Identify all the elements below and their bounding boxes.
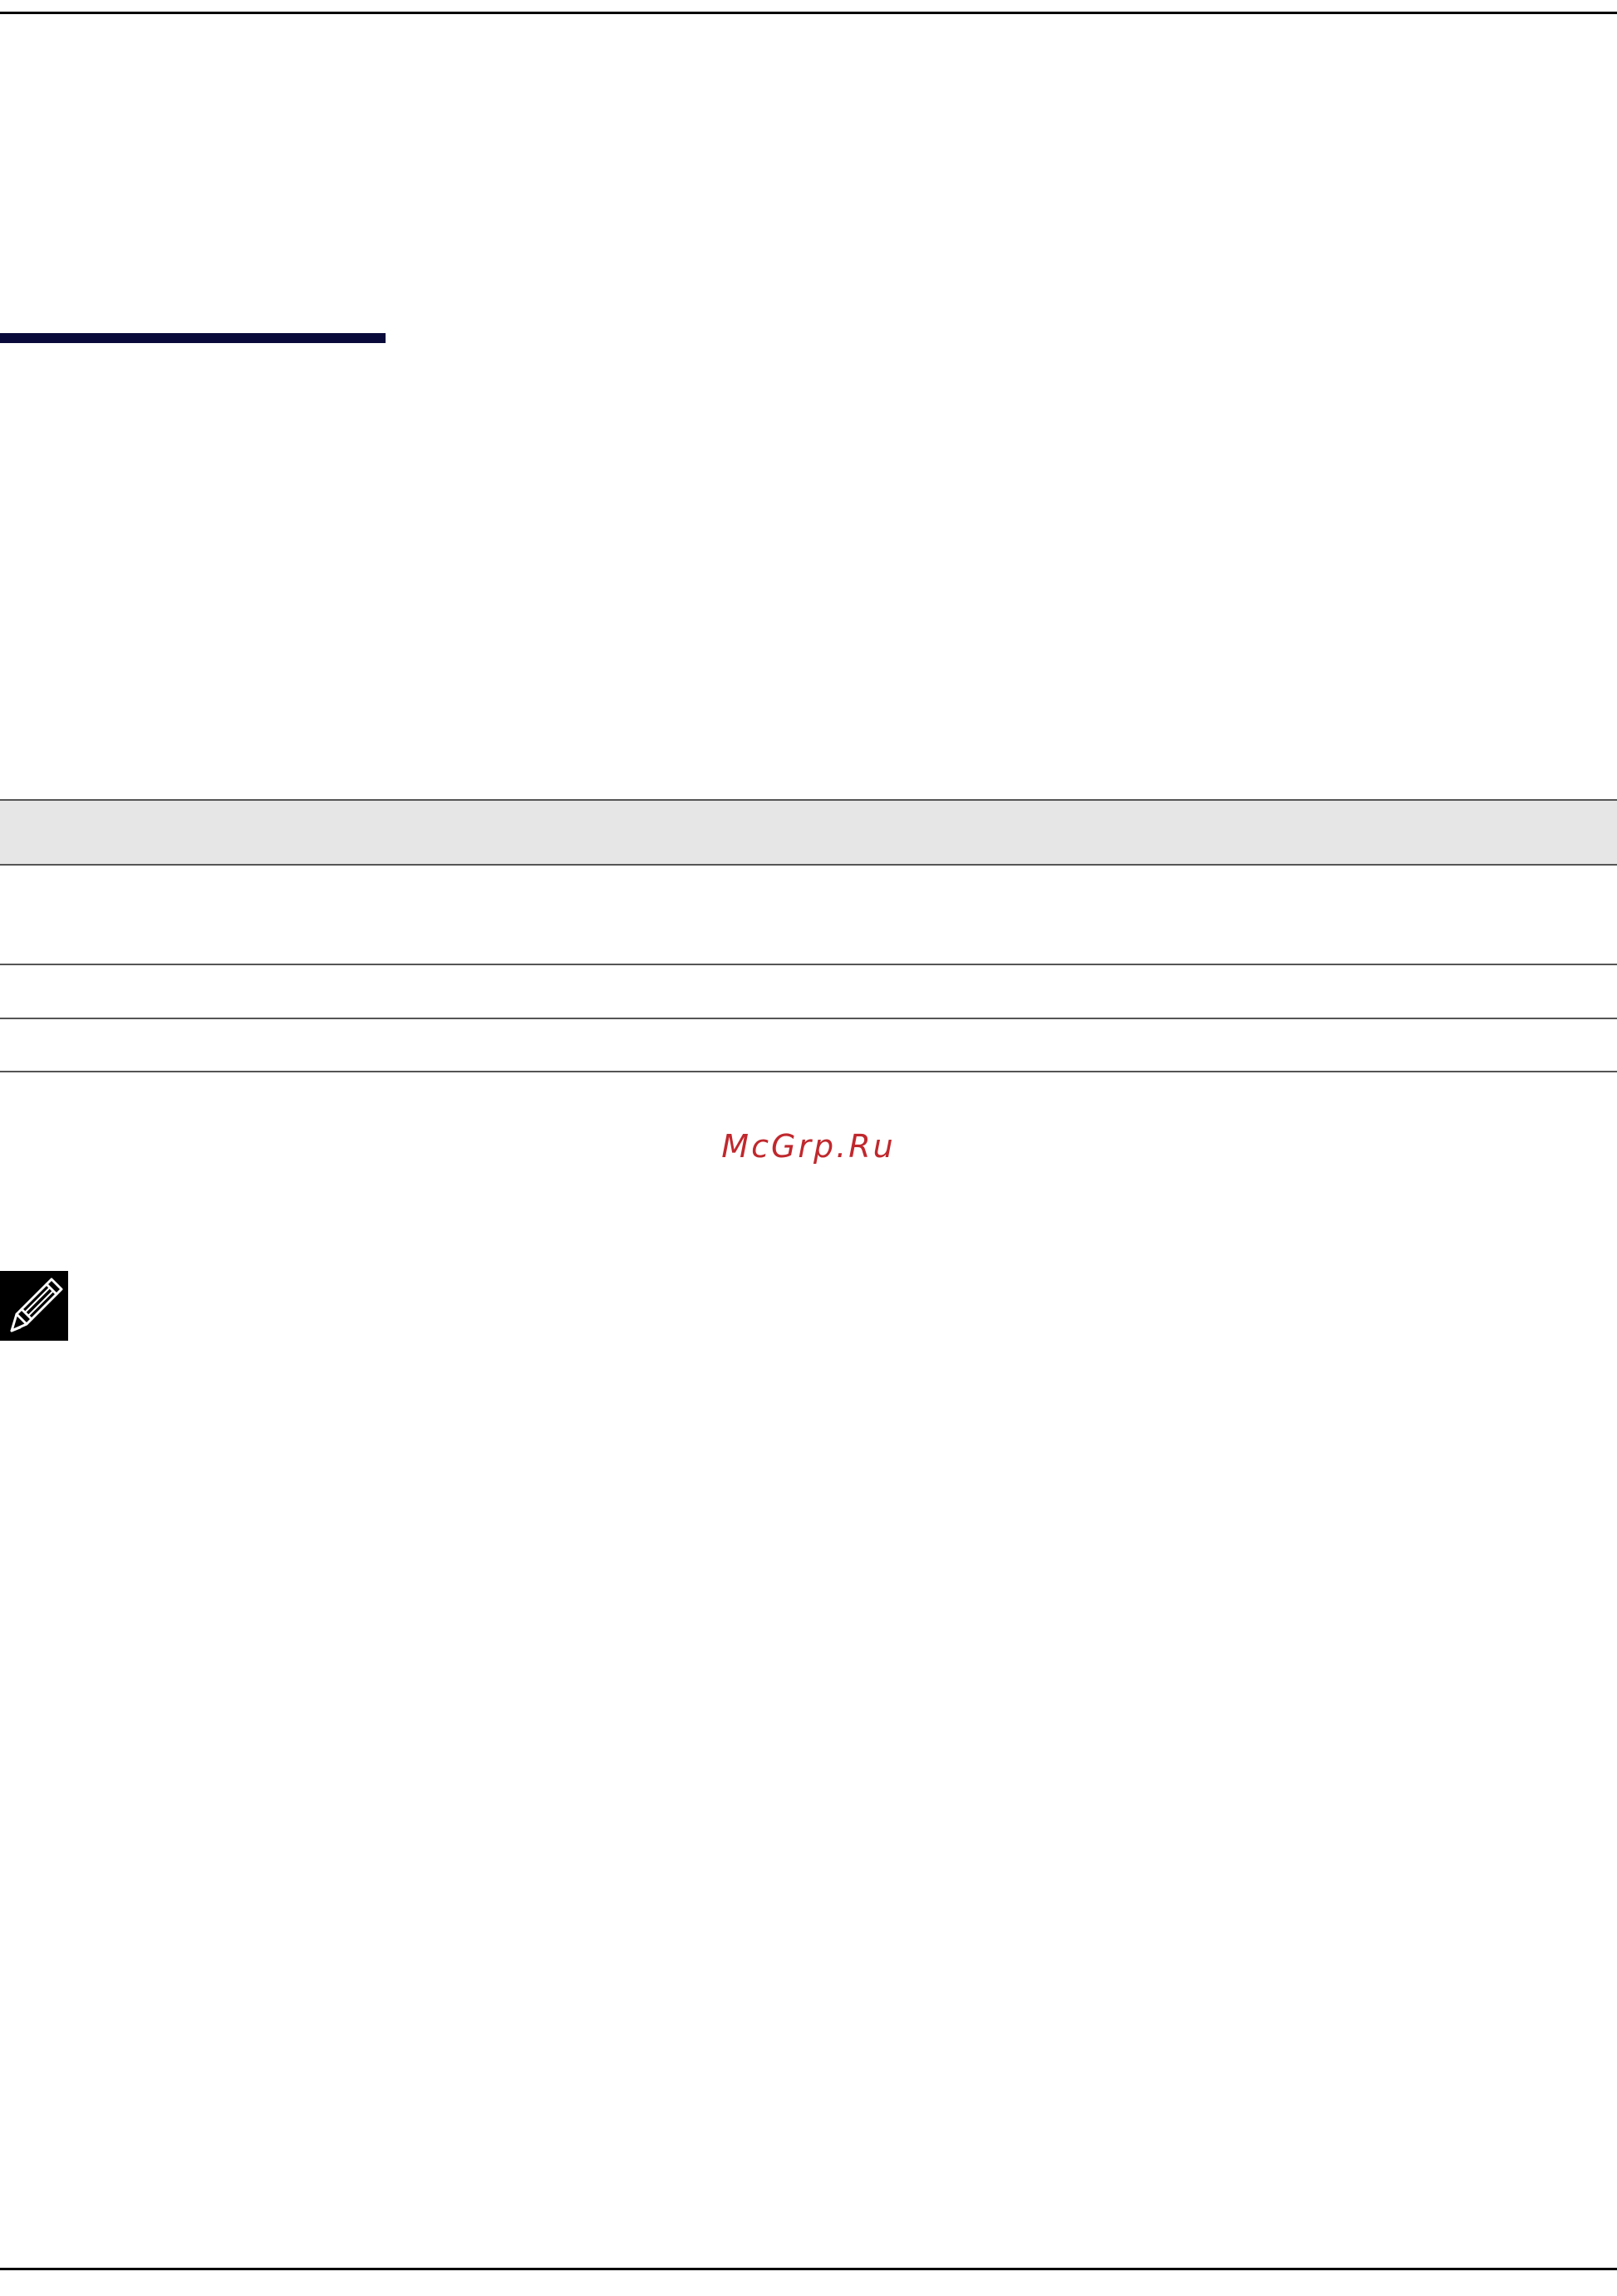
- header-rule: [0, 12, 1617, 14]
- section-title-bar: [0, 333, 386, 343]
- note-pencil-icon: [0, 1271, 68, 1341]
- table-header: [0, 799, 1617, 866]
- table-row-divider: [0, 964, 1617, 965]
- table-row-divider: [0, 1018, 1617, 1019]
- footer-rule: [0, 2268, 1617, 2270]
- watermark-text[interactable]: McGrp.Ru: [0, 1128, 1617, 1165]
- table-row-divider: [0, 1071, 1617, 1072]
